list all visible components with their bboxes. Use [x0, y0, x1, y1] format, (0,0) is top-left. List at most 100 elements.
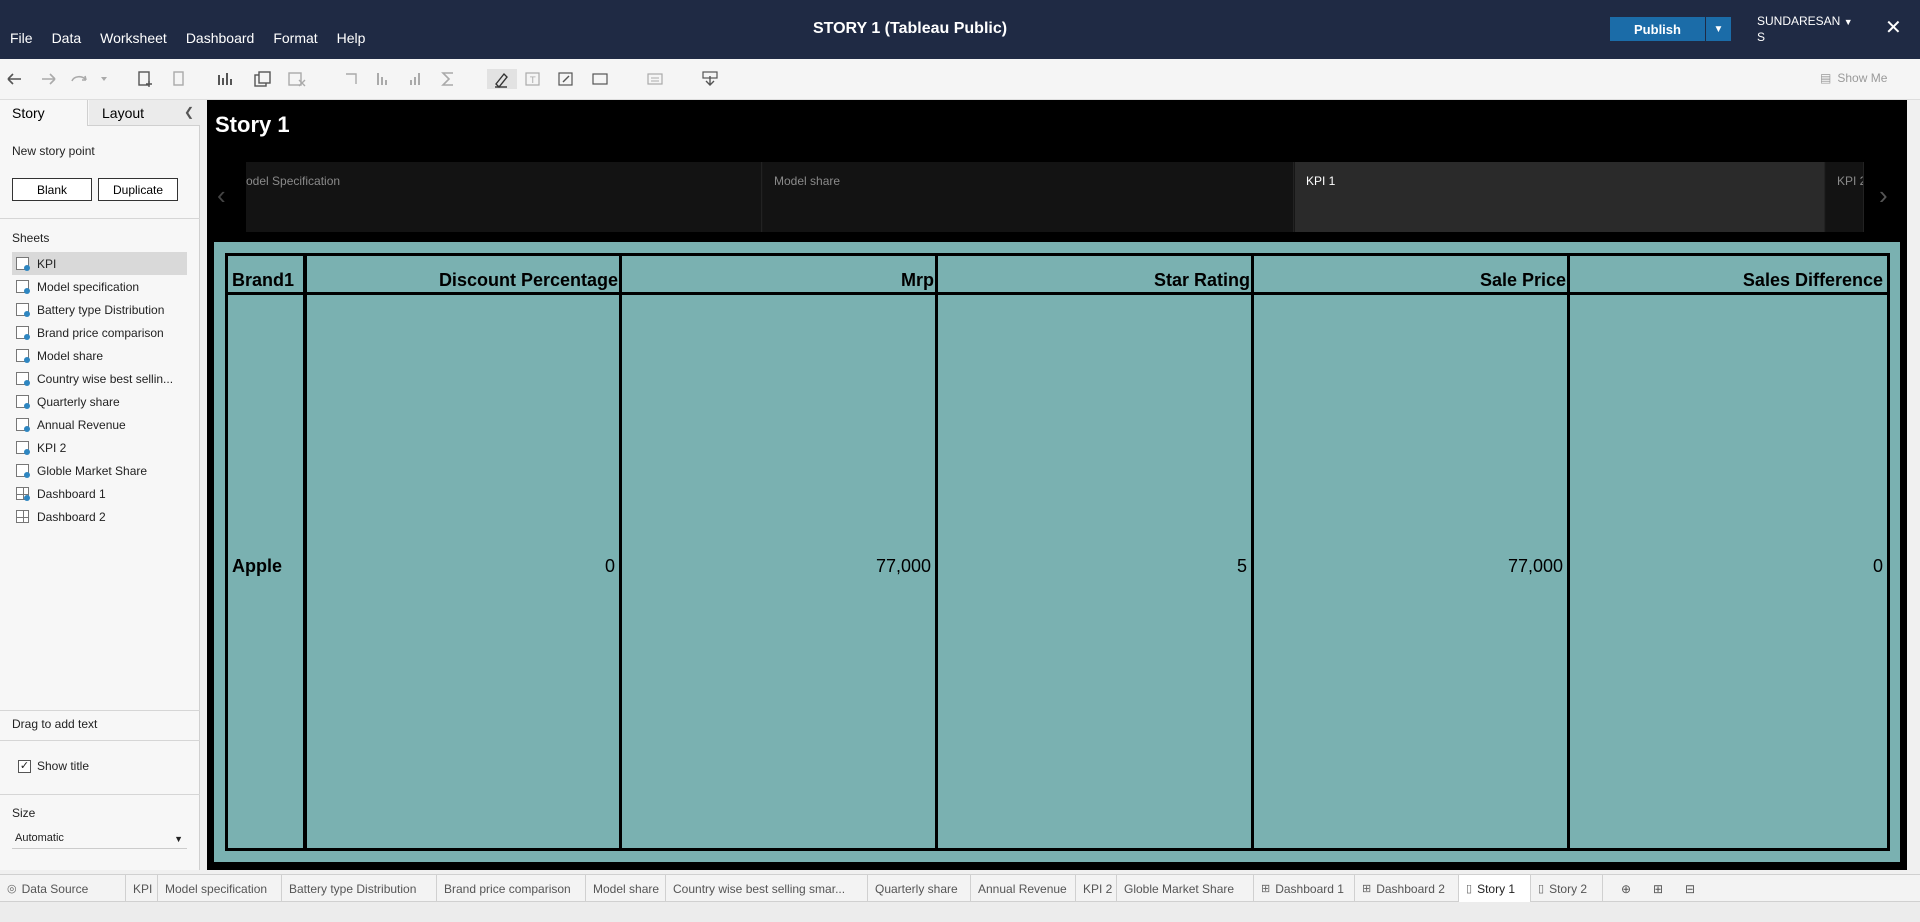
pause-updates-icon[interactable]: [168, 69, 190, 89]
dashboard-icon: [16, 510, 29, 523]
story-point-kpi-2[interactable]: KPI 2: [1826, 162, 1864, 232]
sheet-item[interactable]: Globle Market Share: [12, 459, 187, 482]
sheet-item[interactable]: Battery type Distribution: [12, 298, 187, 321]
divider: [0, 218, 200, 219]
publish-dropdown-button[interactable]: ▼: [1706, 17, 1731, 41]
show-me-button[interactable]: ▤ Show Me: [1820, 71, 1887, 85]
sheet-tab[interactable]: Brand price comparison: [437, 875, 586, 902]
swap-rows-columns-icon[interactable]: [341, 69, 363, 89]
collapse-pane-icon[interactable]: ❮: [184, 105, 194, 119]
sheet-tab[interactable]: Model specification: [158, 875, 282, 902]
replay-icon[interactable]: [68, 69, 90, 89]
download-icon[interactable]: [699, 69, 721, 89]
new-worksheet-icon[interactable]: [215, 69, 237, 89]
cell-brand[interactable]: Apple: [228, 556, 303, 577]
cell-star-rating[interactable]: 5: [938, 556, 1251, 577]
sheet-tab[interactable]: KPI 2: [1076, 875, 1117, 902]
undo-icon[interactable]: [4, 69, 26, 89]
drag-to-add-text[interactable]: Drag to add text: [12, 717, 97, 731]
sheet-tab[interactable]: ⊞ Dashboard 1: [1254, 875, 1355, 902]
cell-mrp[interactable]: 77,000: [622, 556, 935, 577]
sort-descending-icon[interactable]: [406, 69, 428, 89]
previous-story-point-icon[interactable]: ‹: [217, 180, 226, 211]
new-dashboard-icon[interactable]: ⊞: [1646, 875, 1676, 902]
sheet-tab[interactable]: ▯ Story 1: [1459, 875, 1531, 902]
sheet-item[interactable]: Country wise best sellin...: [12, 367, 187, 390]
cell-sales-difference[interactable]: 0: [1570, 556, 1887, 577]
sheet-tab[interactable]: KPI: [126, 875, 158, 902]
sheet-tab-label: Dashboard 1: [1275, 881, 1344, 896]
sheet-tab-label: Country wise best selling smar...: [673, 881, 846, 896]
story-point-model-specification[interactable]: odel Specification: [246, 162, 762, 232]
fit-icon[interactable]: [590, 69, 612, 89]
sheet-tab[interactable]: Country wise best selling smar...: [666, 875, 868, 902]
sheet-tab[interactable]: Annual Revenue: [971, 875, 1076, 902]
size-heading: Size: [12, 806, 36, 820]
size-select[interactable]: Automatic ▼: [12, 829, 187, 849]
worksheet-icon: [16, 418, 30, 432]
sheet-item[interactable]: Brand price comparison: [12, 321, 187, 344]
annotation-icon[interactable]: [555, 69, 577, 89]
new-data-source-icon[interactable]: [134, 69, 156, 89]
sheet-item-label: Battery type Distribution: [37, 302, 165, 317]
cell-sale-price[interactable]: 77,000: [1254, 556, 1567, 577]
presentation-icon[interactable]: [645, 69, 667, 89]
column-divider: [1251, 256, 1254, 848]
sheets-list: KPI Model specification Battery type Distr…: [12, 252, 187, 528]
sheet-tab[interactable]: Quarterly share: [868, 875, 971, 902]
sheet-item[interactable]: Quarterly share: [12, 390, 187, 413]
redo-icon[interactable]: [37, 69, 59, 89]
clear-sheet-icon[interactable]: [286, 69, 308, 89]
sheet-tab[interactable]: Globle Market Share: [1117, 875, 1254, 902]
show-me-icon: ▤: [1820, 71, 1832, 85]
sheet-tab[interactable]: ◎ Data Source: [0, 875, 126, 902]
story-point-model-share[interactable]: Model share: [763, 162, 1294, 232]
totals-icon[interactable]: [438, 69, 460, 89]
user-name-line2: S: [1757, 30, 1766, 44]
sort-ascending-icon[interactable]: [373, 69, 395, 89]
duplicate-button[interactable]: Duplicate: [98, 178, 178, 201]
publish-button[interactable]: Publish: [1610, 17, 1705, 41]
new-story-icon[interactable]: ⊟: [1678, 875, 1708, 902]
next-story-point-icon[interactable]: ›: [1879, 180, 1888, 211]
sheet-item[interactable]: Dashboard 2: [12, 505, 187, 528]
header-brand: Brand1: [228, 256, 303, 295]
dashboard-icon: ⊞: [1362, 883, 1372, 895]
blank-button[interactable]: Blank: [12, 178, 92, 201]
highlight-icon[interactable]: [487, 69, 517, 89]
sheet-tab[interactable]: Model share: [586, 875, 666, 902]
left-pane: Story Layout ❮ New story point Blank Dup…: [0, 100, 200, 870]
sheet-item[interactable]: Annual Revenue: [12, 413, 187, 436]
sheet-tab-label: Battery type Distribution: [289, 881, 417, 896]
sheet-item[interactable]: Model share: [12, 344, 187, 367]
user-account-menu[interactable]: SUNDARESAN ▼ S: [1757, 14, 1853, 45]
text-label-icon[interactable]: T: [522, 69, 544, 89]
sheet-item-label: KPI: [37, 256, 57, 271]
sheet-item[interactable]: Model specification: [12, 275, 187, 298]
story-canvas: Story 1 ‹ odel Specification Model share…: [207, 100, 1907, 870]
sheet-item[interactable]: KPI: [12, 252, 187, 275]
close-icon[interactable]: ✕: [1885, 15, 1902, 40]
replay-dropdown-icon[interactable]: [93, 69, 115, 89]
sheet-item[interactable]: KPI 2: [12, 436, 187, 459]
story-icon: ▯: [1538, 883, 1545, 895]
kpi-table: Brand1 Discount Percentage Mrp Star Rati…: [225, 253, 1890, 851]
sheet-tab[interactable]: ▯ Story 2: [1531, 875, 1603, 902]
sheet-tab[interactable]: Battery type Distribution: [282, 875, 437, 902]
show-title-checkbox[interactable]: ✓ Show title: [18, 759, 89, 773]
sheet-tab[interactable]: ⊞ Dashboard 2: [1355, 875, 1459, 902]
tab-story[interactable]: Story: [0, 100, 88, 126]
story-point-kpi-1[interactable]: KPI 1: [1295, 162, 1825, 232]
sheet-item-label: Quarterly share: [37, 394, 120, 409]
worksheet-icon: [16, 464, 30, 478]
show-title-label: Show title: [37, 759, 90, 773]
worksheet-icon: [16, 280, 30, 294]
sheet-tab-label: Story 1: [1477, 881, 1516, 896]
title-bar: File Data Worksheet Dashboard Format Hel…: [0, 0, 1920, 59]
cell-discount-percentage[interactable]: 0: [306, 556, 619, 577]
sheet-item[interactable]: Dashboard 1: [12, 482, 187, 505]
duplicate-sheet-icon[interactable]: [252, 69, 274, 89]
show-me-label: Show Me: [1837, 71, 1888, 85]
new-worksheet-icon[interactable]: ⊕: [1614, 875, 1644, 902]
sheet-item-label: Country wise best sellin...: [37, 371, 174, 386]
